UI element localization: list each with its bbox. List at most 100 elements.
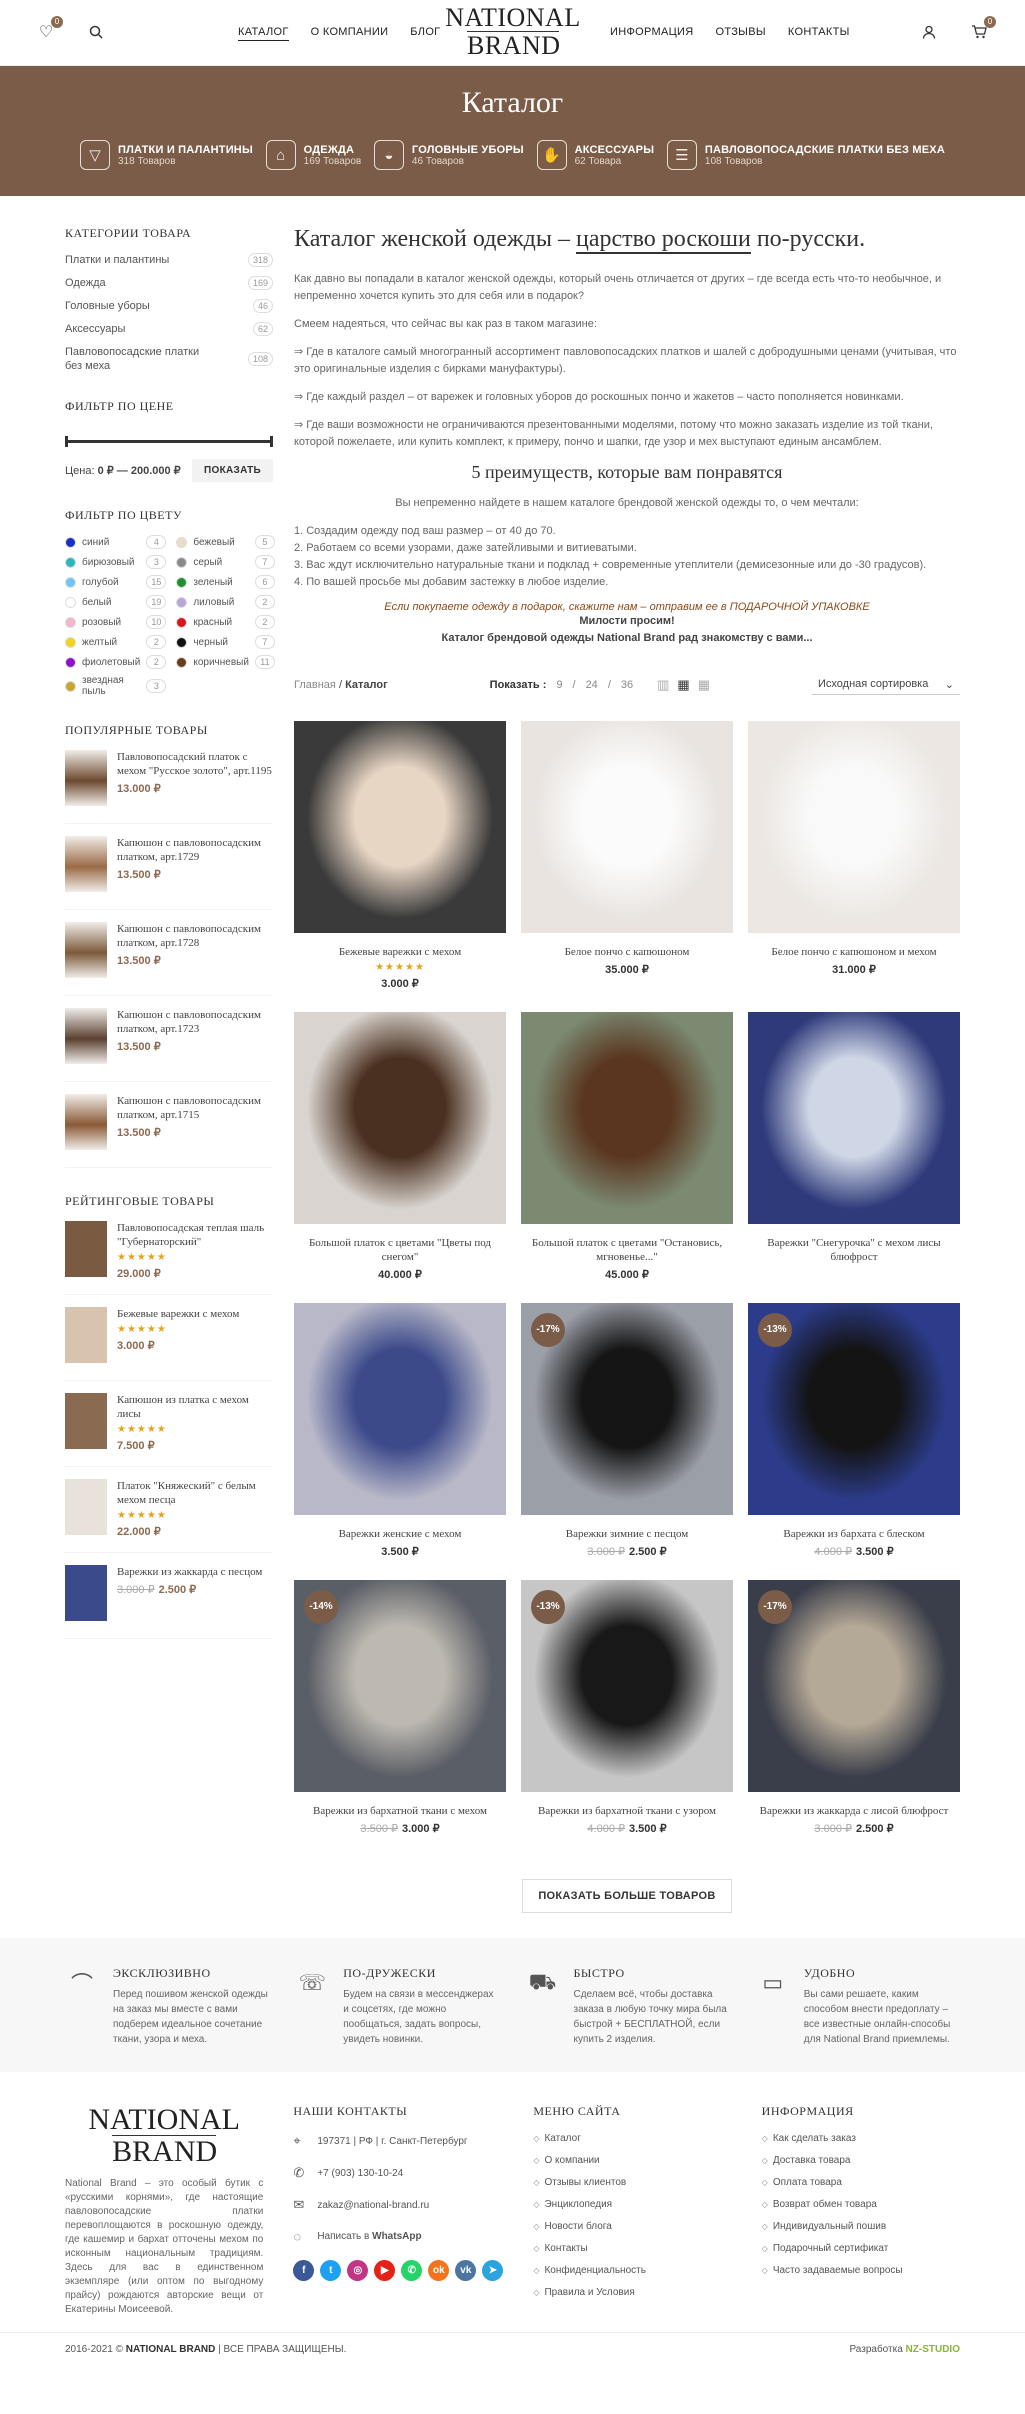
- product-image[interactable]: [294, 721, 506, 933]
- footer-info-link[interactable]: Подарочный сертификат: [762, 2243, 960, 2254]
- footer-info-link[interactable]: Доставка товара: [762, 2155, 960, 2166]
- nav-catalog[interactable]: КАТАЛОГ: [238, 26, 289, 41]
- product-card[interactable]: Белое пончо с капюшоном 35.000 ₽: [521, 721, 733, 990]
- developer-credit[interactable]: Разработка NZ-STUDIO: [849, 2344, 960, 2355]
- product-name[interactable]: Варежки зимние с песцом: [521, 1527, 733, 1541]
- rated-product[interactable]: Бежевые варежки с мехом ★★★★★ 3.000 ₽: [65, 1307, 273, 1381]
- product-thumbnail[interactable]: [65, 1221, 107, 1277]
- price-range-slider[interactable]: [65, 436, 273, 447]
- product-card[interactable]: Большой платок с цветами "Остановись, мг…: [521, 1012, 733, 1281]
- product-image[interactable]: -13%: [521, 1580, 733, 1792]
- color-filter-item[interactable]: белый 19: [65, 595, 167, 609]
- product-card[interactable]: Варежки "Снегурочка" с мехом лисы блюфро…: [748, 1012, 960, 1281]
- product-name[interactable]: Павловопосадская теплая шаль "Губернатор…: [117, 1221, 273, 1249]
- product-name[interactable]: Варежки "Снегурочка" с мехом лисы блюфро…: [748, 1236, 960, 1264]
- load-more-button[interactable]: ПОКАЗАТЬ БОЛЬШЕ ТОВАРОВ: [522, 1879, 732, 1913]
- product-name[interactable]: Белое пончо с капюшоном: [521, 945, 733, 959]
- user-icon[interactable]: [919, 22, 939, 42]
- sidebar-category-item[interactable]: Одежда 169: [65, 276, 273, 290]
- footer-info-link[interactable]: Возврат обмен товара: [762, 2199, 960, 2210]
- social-icon[interactable]: ok: [428, 2260, 450, 2281]
- sort-select[interactable]: Исходная сортировка ⌄: [812, 675, 960, 695]
- banner-category-scarves-no-fur[interactable]: ☰ ПАВЛОВОПОСАДСКИЕ ПЛАТКИ БЕЗ МЕХА 108 То…: [666, 140, 945, 170]
- rated-product[interactable]: Варежки из жаккарда с песцом 3.000 ₽2.500…: [65, 1565, 273, 1639]
- product-name[interactable]: Капюшон с павловопосадским платком, арт.…: [117, 922, 273, 950]
- grid-3-icon[interactable]: ▦: [677, 677, 689, 693]
- banner-category-shawls[interactable]: ▽ ПЛАТКИ И ПАЛАНТИНЫ 318 Товаров: [80, 140, 253, 170]
- popular-product[interactable]: Капюшон с павловопосадским платком, арт.…: [65, 1008, 273, 1082]
- product-image[interactable]: [521, 721, 733, 933]
- footer-whatsapp[interactable]: ◌ Написать в WhatsApp: [293, 2229, 503, 2244]
- color-filter-item[interactable]: голубой 15: [65, 575, 167, 589]
- footer-info-link[interactable]: Оплата товара: [762, 2177, 960, 2188]
- price-filter-button[interactable]: ПОКАЗАТЬ: [192, 459, 273, 482]
- grid-2-icon[interactable]: ▥: [657, 677, 669, 693]
- footer-menu-link[interactable]: Контакты: [533, 2243, 731, 2254]
- product-name[interactable]: Варежки из бархатной ткани с узором: [521, 1804, 733, 1818]
- footer-menu-link[interactable]: Энциклопедия: [533, 2199, 731, 2210]
- color-filter-item[interactable]: розовый 10: [65, 615, 167, 629]
- color-filter-item[interactable]: зеленый 6: [176, 575, 275, 589]
- product-card[interactable]: -14% Варежки из бархатной ткани с мехом 3.…: [294, 1580, 506, 1835]
- rated-product[interactable]: Павловопосадская теплая шаль "Губернатор…: [65, 1221, 273, 1295]
- color-filter-item[interactable]: звездная пыль 3: [65, 675, 167, 697]
- product-card[interactable]: -13% Варежки из бархата с блеском 4.000 ₽ 3…: [748, 1303, 960, 1558]
- product-card[interactable]: Варежки женские с мехом 3.500 ₽: [294, 1303, 506, 1558]
- banner-category-accessories[interactable]: ✋ АКСЕССУАРЫ 62 Товара: [536, 140, 655, 170]
- color-filter-item[interactable]: фиолетовый 2: [65, 655, 167, 669]
- color-filter-item[interactable]: лиловый 2: [176, 595, 275, 609]
- cart-icon[interactable]: 0: [969, 16, 996, 42]
- footer-email[interactable]: ✉ zakaz@national-brand.ru: [293, 2197, 503, 2213]
- product-card[interactable]: -17% Варежки из жаккарда с лисой блюфрост…: [748, 1580, 960, 1835]
- color-filter-item[interactable]: красный 2: [176, 615, 275, 629]
- product-image[interactable]: -14%: [294, 1580, 506, 1792]
- footer-menu-link[interactable]: Конфиденциальность: [533, 2265, 731, 2276]
- banner-category-clothing[interactable]: ⌂ ОДЕЖДА 169 Товаров: [265, 140, 361, 170]
- color-filter-item[interactable]: черный 7: [176, 635, 275, 649]
- footer-info-link[interactable]: Часто задаваемые вопросы: [762, 2265, 960, 2276]
- product-image[interactable]: [748, 1012, 960, 1224]
- product-image[interactable]: [294, 1012, 506, 1224]
- sidebar-category-item[interactable]: Аксессуары 62: [65, 322, 273, 336]
- product-thumbnail[interactable]: [65, 1565, 107, 1621]
- product-image[interactable]: [748, 721, 960, 933]
- wishlist-heart-icon[interactable]: ♡ 0: [36, 16, 63, 42]
- footer-menu-link[interactable]: О компании: [533, 2155, 731, 2166]
- footer-menu-link[interactable]: Новости блога: [533, 2221, 731, 2232]
- product-name[interactable]: Капюшон с павловопосадским платком, арт.…: [117, 1008, 273, 1036]
- footer-info-link[interactable]: Как сделать заказ: [762, 2133, 960, 2144]
- rated-product[interactable]: Платок "Княжеский" с белым мехом песца ★★…: [65, 1479, 273, 1553]
- social-icon[interactable]: vk: [455, 2260, 477, 2281]
- product-thumbnail[interactable]: [65, 1008, 107, 1064]
- product-name[interactable]: Большой платок с цветами "Остановись, мг…: [521, 1236, 733, 1264]
- nav-blog[interactable]: БЛОГ: [410, 26, 440, 41]
- per-page-36[interactable]: 36: [621, 679, 633, 691]
- nav-contacts[interactable]: КОНТАКТЫ: [788, 26, 850, 38]
- color-filter-item[interactable]: коричневый 11: [176, 655, 275, 669]
- footer-phone[interactable]: ✆ +7 (903) 130-10-24: [293, 2165, 503, 2181]
- social-icon[interactable]: t: [320, 2260, 342, 2281]
- product-image[interactable]: -17%: [748, 1580, 960, 1792]
- footer-menu-link[interactable]: Правила и Условия: [533, 2287, 731, 2298]
- popular-product[interactable]: Павловопосадский платок с мехом "Русское…: [65, 750, 273, 824]
- product-image[interactable]: -13%: [748, 1303, 960, 1515]
- product-image[interactable]: [521, 1012, 733, 1224]
- color-filter-item[interactable]: синий 4: [65, 535, 167, 549]
- product-name[interactable]: Капюшон с павловопосадским платком, арт.…: [117, 836, 273, 864]
- color-filter-item[interactable]: бежевый 5: [176, 535, 275, 549]
- footer-menu-link[interactable]: Отзывы клиентов: [533, 2177, 731, 2188]
- product-card[interactable]: -17% Варежки зимние с песцом 3.000 ₽ 2.500 …: [521, 1303, 733, 1558]
- search-icon[interactable]: [86, 22, 106, 42]
- footer-menu-link[interactable]: Каталог: [533, 2133, 731, 2144]
- per-page-24[interactable]: 24: [586, 679, 598, 691]
- product-name[interactable]: Белое пончо с капюшоном и мехом: [748, 945, 960, 959]
- product-thumbnail[interactable]: [65, 836, 107, 892]
- color-filter-item[interactable]: желтый 2: [65, 635, 167, 649]
- product-name[interactable]: Бежевые варежки с мехом: [117, 1307, 239, 1321]
- product-name[interactable]: Бежевые варежки с мехом: [294, 945, 506, 959]
- product-name[interactable]: Варежки из жаккарда с песцом: [117, 1565, 262, 1579]
- per-page-9[interactable]: 9: [556, 679, 562, 691]
- product-name[interactable]: Варежки из бархатной ткани с мехом: [294, 1804, 506, 1818]
- popular-product[interactable]: Капюшон с павловопосадским платком, арт.…: [65, 836, 273, 910]
- popular-product[interactable]: Капюшон с павловопосадским платком, арт.…: [65, 922, 273, 996]
